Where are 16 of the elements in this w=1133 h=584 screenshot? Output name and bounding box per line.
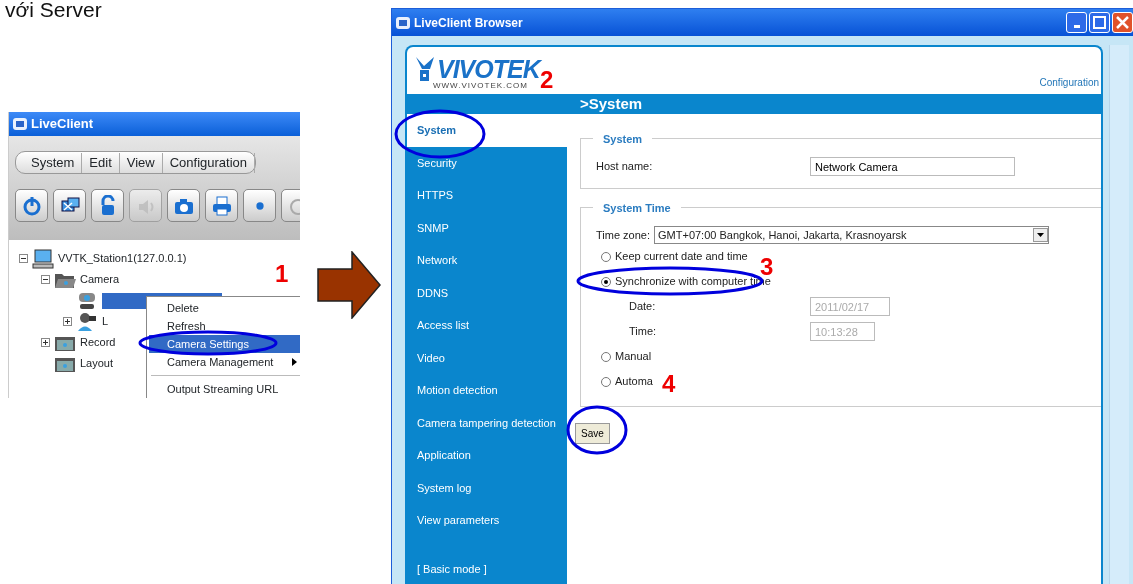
step-number: 2 [540,68,554,92]
step-number: 3 [760,255,774,279]
window-title: LiveClient [31,115,94,134]
option-label: Manual [615,349,652,365]
field-label: Time zone: [596,227,650,243]
logo: VIVOTEK WWW.VIVOTEK.COM [415,56,540,90]
page-heading: với Server [5,0,102,23]
field-label: Date: [629,299,657,315]
field-label: Host name: [596,159,654,175]
window-title: LiveClient Browser [414,14,523,32]
option-label: Keep current date and time [615,249,748,265]
option-label: Automa [615,374,653,390]
section-title: >System [407,94,1101,114]
step-number: 4 [662,372,676,396]
step-number: 1 [275,262,289,286]
field-label: Time: [629,324,658,340]
